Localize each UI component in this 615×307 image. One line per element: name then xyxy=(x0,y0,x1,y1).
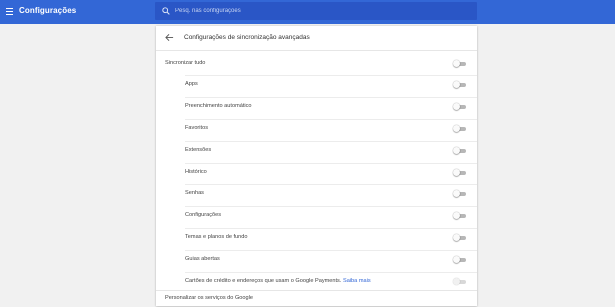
google-services-row[interactable]: Personalizar os serviços do Google xyxy=(156,290,477,307)
sync-item-label: Histórico xyxy=(185,169,207,175)
sync-item-label: Extensões xyxy=(185,147,212,153)
sync-item-history[interactable]: Histórico xyxy=(156,163,477,183)
sync-toggle-apps[interactable] xyxy=(453,81,466,88)
sync-item-bookmarks[interactable]: Favoritos xyxy=(156,119,477,139)
sync-toggle-themes[interactable] xyxy=(453,234,466,241)
hamburger-menu-icon[interactable] xyxy=(6,8,13,15)
sync-item-open-tabs[interactable]: Guias abertas xyxy=(156,250,477,270)
search-box[interactable] xyxy=(155,2,477,20)
top-app-bar: Configurações xyxy=(0,0,615,24)
page-title: Configurações de sincronização avançadas xyxy=(184,34,310,41)
page-header: Configurações de sincronização avançadas xyxy=(156,26,477,51)
sync-item-label: Temas e planos de fundo xyxy=(185,234,248,240)
sync-item-label: Guias abertas xyxy=(185,256,220,262)
search-icon xyxy=(162,7,170,15)
sync-item-extensions[interactable]: Extensões xyxy=(156,141,477,161)
google-services-label: Personalizar os serviços do Google xyxy=(165,295,253,301)
sync-item-passwords[interactable]: Senhas xyxy=(156,184,477,204)
sync-item-autofill[interactable]: Preenchimento automático xyxy=(156,97,477,117)
sync-item-label: Senhas xyxy=(185,190,204,196)
sync-toggle-extensions[interactable] xyxy=(453,147,466,154)
sync-all-label: Sincronizar tudo xyxy=(165,60,206,66)
sync-toggle-open-tabs[interactable] xyxy=(453,256,466,263)
sync-toggle-bookmarks[interactable] xyxy=(453,125,466,132)
sync-toggle-passwords[interactable] xyxy=(453,190,466,197)
sync-toggle-history[interactable] xyxy=(453,169,466,176)
sync-item-settings[interactable]: Configurações xyxy=(156,206,477,226)
sync-item-label: Preenchimento automático xyxy=(185,103,252,109)
sync-item-apps[interactable]: Apps xyxy=(156,75,477,95)
search-input[interactable] xyxy=(175,4,470,18)
back-arrow-icon[interactable] xyxy=(165,33,174,42)
sync-item-themes[interactable]: Temas e planos de fundo xyxy=(156,228,477,248)
sync-item-label: Favoritos xyxy=(185,125,209,131)
payments-label: Cartões de crédito e endereços que usam … xyxy=(185,278,371,284)
sync-all-toggle[interactable] xyxy=(453,60,466,67)
sync-toggle-settings[interactable] xyxy=(453,212,466,219)
sync-toggle-payments xyxy=(453,278,466,285)
app-title: Configurações xyxy=(19,6,77,15)
sync-item-label: Configurações xyxy=(185,212,222,218)
sync-item-label: Apps xyxy=(185,81,198,87)
sync-toggle-autofill[interactable] xyxy=(453,103,466,110)
sync-all-row[interactable]: Sincronizar tudo xyxy=(156,54,477,74)
learn-more-link[interactable]: Saiba mais xyxy=(343,278,371,284)
settings-card: Configurações de sincronização avançadas… xyxy=(156,26,477,306)
sync-item-payments: Cartões de crédito e endereços que usam … xyxy=(156,272,477,292)
payments-text: Cartões de crédito e endereços que usam … xyxy=(185,278,342,284)
